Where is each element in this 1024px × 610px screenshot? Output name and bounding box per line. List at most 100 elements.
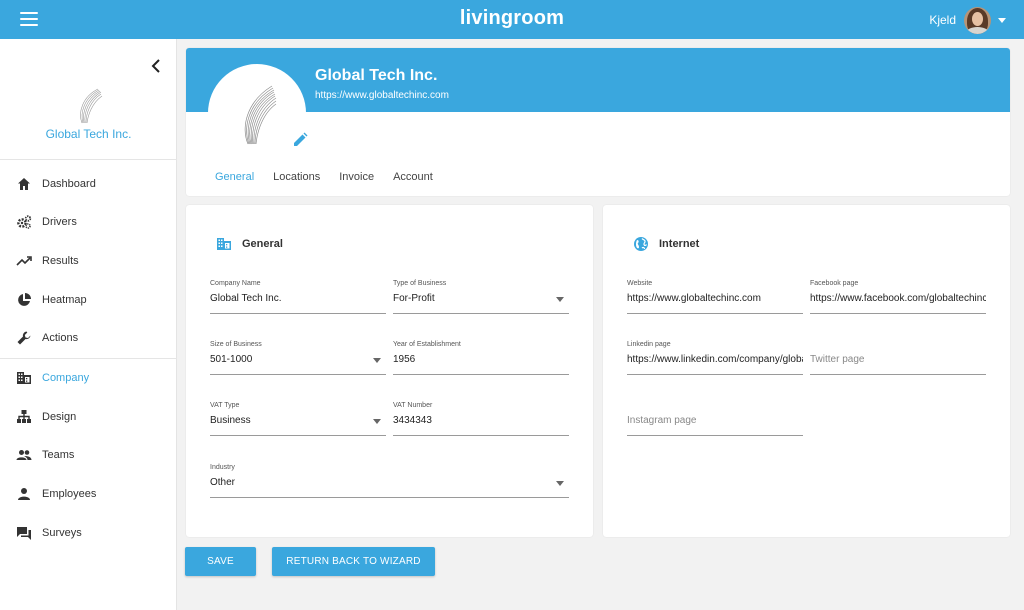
tab-bar: General Locations Invoice Account (215, 171, 452, 183)
internet-card-header: Internet (633, 236, 699, 252)
return-to-wizard-button[interactable]: RETURN BACK TO WIZARD (272, 547, 435, 576)
field-label: Industry (210, 464, 235, 471)
tab-account[interactable]: Account (393, 171, 433, 183)
sidebar-item-actions[interactable]: Actions (0, 319, 176, 357)
company-logo (80, 88, 103, 124)
sidebar-item-company[interactable]: Company (0, 359, 176, 397)
sidebar-item-heatmap[interactable]: Heatmap (0, 281, 176, 319)
company-logo (244, 85, 277, 145)
field-label: Size of Business (210, 341, 262, 348)
facebook-page-field[interactable]: Facebook page https://www.facebook.com/g… (810, 280, 986, 314)
general-card: General Company Name Global Tech Inc. Ty… (186, 205, 593, 537)
save-button[interactable]: SAVE (185, 547, 256, 576)
size-of-business-select[interactable]: Size of Business 501-1000 (210, 341, 386, 375)
field-value: https://www.globaltechinc.com (627, 293, 761, 304)
sidebar-item-teams[interactable]: Teams (0, 436, 176, 474)
field-value: https://www.facebook.com/globaltechinc (810, 293, 986, 304)
edit-pencil-icon[interactable] (292, 132, 308, 148)
people-icon (16, 450, 32, 460)
chevron-down-icon[interactable] (373, 358, 381, 363)
globe-icon (634, 237, 648, 251)
company-url[interactable]: https://www.globaltechinc.com (315, 90, 449, 101)
company-header-card: Global Tech Inc. https://www.globaltechi… (186, 48, 1010, 196)
sidebar-item-label: Drivers (42, 216, 77, 228)
field-label: Linkedin page (627, 341, 671, 348)
tab-general[interactable]: General (215, 171, 254, 183)
vat-number-field[interactable]: VAT Number 3434343 (393, 402, 569, 436)
sidebar-item-drivers[interactable]: Drivers (0, 203, 176, 241)
field-value: Other (210, 477, 236, 488)
sidebar: Global Tech Inc. Dashboard Drivers Resul… (0, 39, 177, 610)
linkedin-page-field[interactable]: Linkedin page https://www.linkedin.com/c… (627, 341, 803, 375)
internet-card: Internet Website https://www.globaltechi… (603, 205, 1010, 537)
home-icon (18, 178, 30, 190)
company-name-field[interactable]: Company Name Global Tech Inc. (210, 280, 386, 314)
sidebar-item-label: Teams (42, 449, 75, 461)
field-label: Type of Business (393, 280, 447, 287)
brand-logo: livingroom (459, 7, 565, 29)
field-value: 3434343 (393, 415, 432, 426)
field-label: Company Name (210, 280, 261, 287)
chevron-down-icon[interactable] (373, 419, 381, 424)
vat-type-select[interactable]: VAT Type Business (210, 402, 386, 436)
field-placeholder: Instagram page (627, 415, 697, 426)
sidebar-item-surveys[interactable]: Surveys (0, 514, 176, 552)
pie-chart-icon (18, 293, 31, 306)
user-name: Kjeld (929, 13, 956, 27)
chevron-down-icon[interactable] (998, 17, 1006, 23)
gears-icon (17, 215, 32, 229)
instagram-page-field[interactable]: Instagram page (627, 402, 803, 436)
sidebar-company-name: Global Tech Inc. (45, 127, 132, 141)
tab-locations[interactable]: Locations (273, 171, 320, 183)
chat-icon (17, 527, 31, 540)
field-label: Website (627, 280, 653, 287)
card-title: General (242, 238, 283, 250)
type-of-business-select[interactable]: Type of Business For-Profit (393, 280, 569, 314)
field-placeholder: Twitter page (810, 354, 865, 365)
sidebar-item-design[interactable]: Design (0, 398, 176, 436)
sidebar-item-label: Employees (42, 488, 97, 500)
wrench-icon (17, 331, 31, 345)
field-label: VAT Type (210, 402, 240, 409)
building-icon (17, 372, 31, 384)
sidebar-item-label: Surveys (42, 527, 82, 539)
sidebar-item-results[interactable]: Results (0, 242, 176, 280)
trending-up-icon (16, 256, 32, 266)
sidebar-item-label: Company (42, 372, 90, 384)
sidebar-item-dashboard[interactable]: Dashboard (0, 165, 176, 203)
field-label: Facebook page (810, 280, 859, 287)
sitemap-icon (17, 410, 31, 423)
field-label: VAT Number (393, 402, 433, 409)
page-title: Global Tech Inc. (315, 67, 438, 84)
field-value: Business (210, 415, 251, 426)
header-banner (186, 48, 1010, 112)
sidebar-item-label: Design (42, 411, 77, 423)
chevron-down-icon[interactable] (556, 297, 564, 302)
sidebar-item-label: Actions (42, 332, 79, 344)
industry-select[interactable]: Industry Other (210, 464, 569, 498)
chevron-left-icon[interactable] (150, 59, 162, 73)
user-menu[interactable]: Kjeld (929, 6, 1006, 34)
tab-invoice[interactable]: Invoice (339, 171, 374, 183)
top-bar: livingroom Kjeld (0, 0, 1024, 39)
general-card-header: General (216, 236, 283, 252)
field-value: Global Tech Inc. (210, 293, 282, 304)
sidebar-item-employees[interactable]: Employees (0, 475, 176, 513)
avatar (964, 6, 991, 34)
building-icon (217, 238, 231, 250)
person-icon (18, 488, 30, 500)
field-value: 1956 (393, 354, 416, 365)
field-value: For-Profit (393, 293, 435, 304)
website-field[interactable]: Website https://www.globaltechinc.com (627, 280, 803, 314)
chevron-down-icon[interactable] (556, 481, 564, 486)
sidebar-item-label: Dashboard (42, 178, 96, 190)
divider (0, 159, 177, 160)
sidebar-item-label: Results (42, 255, 79, 267)
twitter-page-field[interactable]: Twitter page (810, 341, 986, 375)
field-value: https://www.linkedin.com/company/globalt… (627, 354, 803, 365)
field-value: 501-1000 (210, 354, 253, 365)
field-label: Year of Establishment (393, 341, 461, 348)
sidebar-item-label: Heatmap (42, 294, 87, 306)
card-title: Internet (659, 238, 700, 250)
year-of-establishment-field[interactable]: Year of Establishment 1956 (393, 341, 569, 375)
